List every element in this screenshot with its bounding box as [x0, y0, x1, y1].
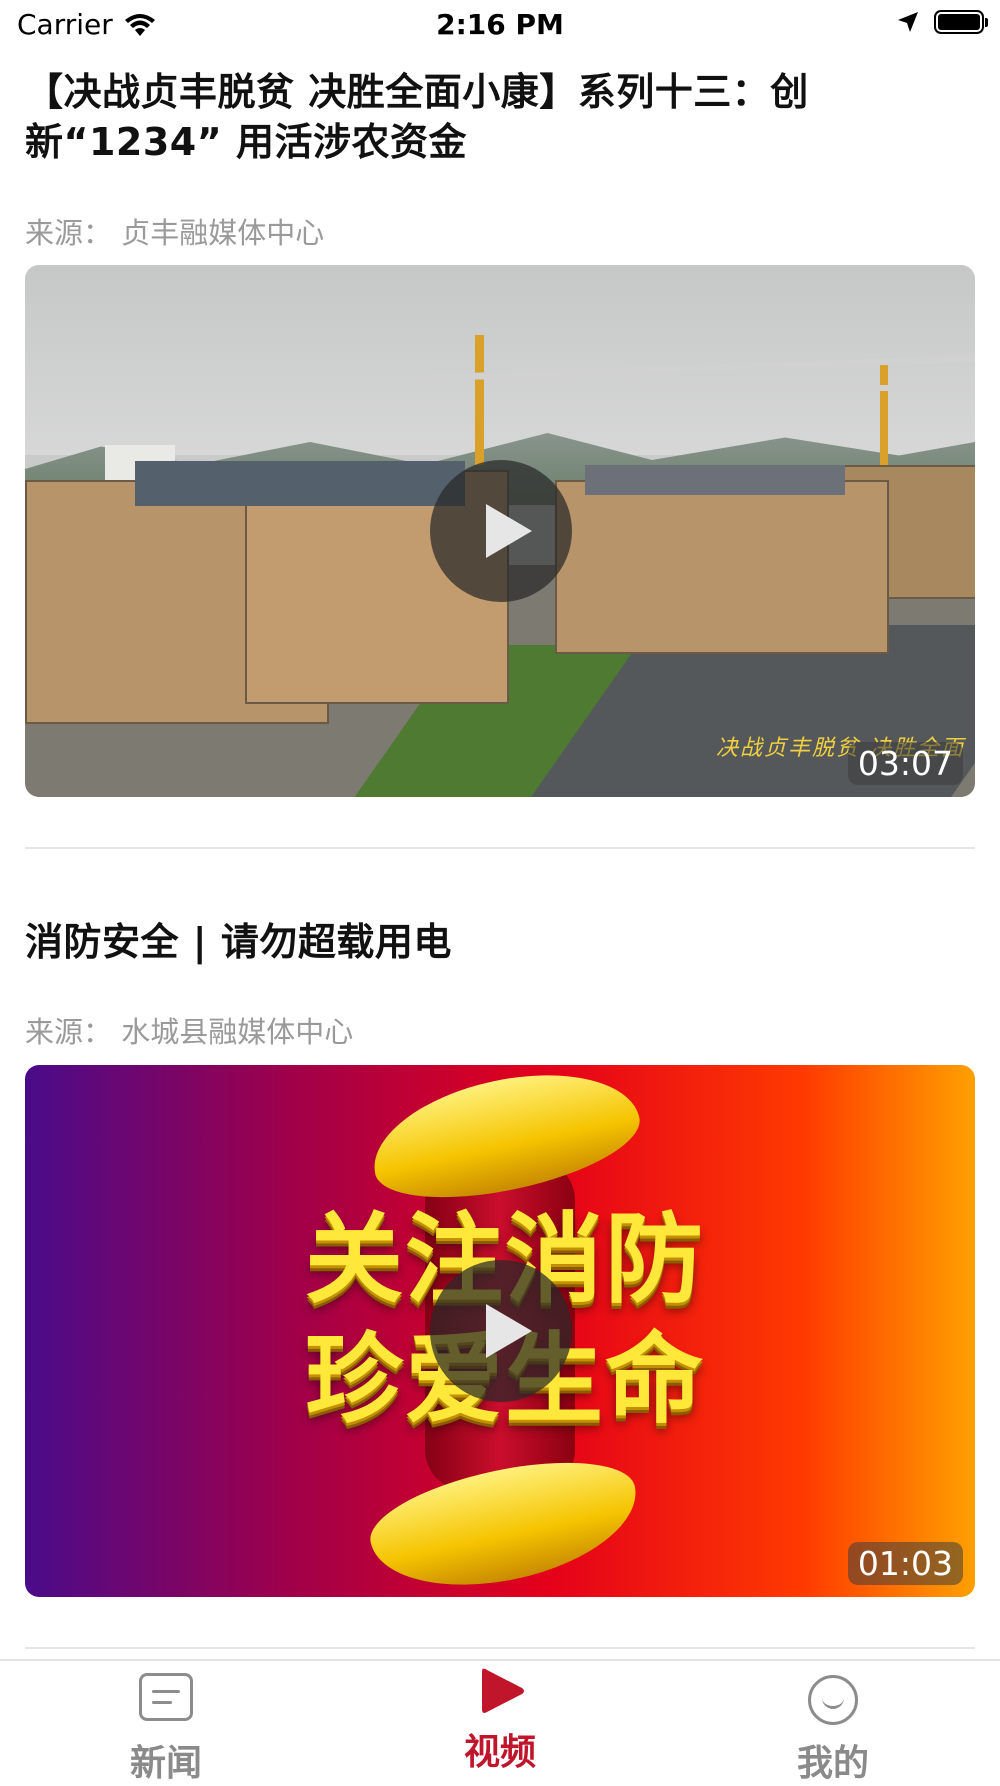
tab-news-label: 新闻: [129, 1743, 202, 1784]
status-right: [896, 10, 988, 34]
feed-item[interactable]: 【决战贞丰脱贫 决胜全面小康】系列十三：创新“1234” 用活涉农资金 来源： …: [25, 67, 975, 797]
news-icon: [139, 1673, 193, 1721]
battery-icon: [934, 10, 988, 34]
video-player[interactable]: 关注消防 珍爱生命 01:03: [25, 1065, 975, 1597]
play-icon: [482, 1668, 524, 1713]
video-duration: 03:07: [847, 742, 963, 785]
divider: [25, 847, 975, 849]
tab-video[interactable]: 视频: [400, 1661, 600, 1780]
smile-icon: [808, 1675, 858, 1725]
location-arrow-icon: [898, 12, 918, 32]
feed-item-title[interactable]: 【决战贞丰脱贫 决胜全面小康】系列十三：创新“1234” 用活涉农资金: [25, 67, 975, 167]
feed-item[interactable]: 消防安全 | 请勿超载用电 来源： 水城县融媒体中心 关注消防 珍爱生命 01:…: [25, 917, 975, 1597]
play-button[interactable]: [430, 460, 572, 602]
tab-video-label: 视频: [463, 1732, 536, 1773]
feed-item-source: 来源： 贞丰融媒体中心: [25, 216, 325, 250]
status-time: 2:16 PM: [436, 8, 564, 41]
feed-item-source: 来源： 水城县融媒体中心: [25, 1015, 354, 1049]
play-icon: [486, 1304, 532, 1358]
play-button[interactable]: [430, 1260, 572, 1402]
tab-news[interactable]: 新闻: [66, 1661, 266, 1784]
tab-bar: 新闻 视频 我的: [0, 1659, 1000, 1784]
divider: [25, 1647, 975, 1649]
video-duration: 01:03: [847, 1542, 963, 1585]
tab-mine-label: 我的: [796, 1743, 869, 1784]
play-icon: [486, 504, 532, 558]
tab-mine[interactable]: 我的: [733, 1661, 933, 1784]
status-bar: Carrier 2:16 PM: [0, 0, 1000, 50]
feed-item-title[interactable]: 消防安全 | 请勿超载用电: [25, 917, 975, 967]
video-player[interactable]: 决战贞丰脱贫 决胜全面 03:07: [25, 265, 975, 797]
